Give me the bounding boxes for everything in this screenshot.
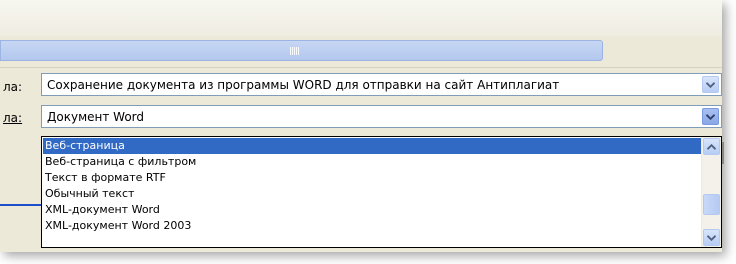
scrollbar-grip-icon	[290, 47, 299, 55]
scroll-down-button[interactable]	[703, 229, 720, 246]
chevron-down-icon	[706, 81, 715, 88]
file-type-dropdown-list: Веб-страница Веб-страница с фильтром Тек…	[41, 136, 722, 248]
file-type-label: ла:	[3, 111, 23, 125]
list-item[interactable]: Обычный текст	[43, 186, 701, 202]
accent-line	[0, 204, 41, 206]
list-vertical-scrollbar[interactable]	[701, 137, 721, 247]
button-edge	[722, 142, 724, 164]
save-as-dialog: ла: Сохранение документа из программы WO…	[0, 0, 722, 252]
divider	[0, 67, 722, 68]
file-name-field[interactable]: Сохранение документа из программы WORD д…	[41, 73, 722, 96]
file-type-value: Документ Word	[47, 110, 144, 124]
list-item[interactable]: XML-документ Word 2003	[43, 218, 701, 234]
chevron-down-icon	[706, 113, 715, 120]
file-name-dropdown-button[interactable]	[702, 76, 719, 93]
file-name-label: ла:	[3, 80, 23, 94]
list-item[interactable]: XML-документ Word	[43, 202, 701, 218]
scroll-thumb[interactable]	[703, 194, 720, 215]
scroll-up-button[interactable]	[703, 138, 720, 155]
file-name-value: Сохранение документа из программы WORD д…	[47, 78, 560, 92]
list-item[interactable]: Текст в формате RTF	[43, 170, 701, 186]
chevron-down-icon	[707, 234, 716, 241]
horizontal-scrollbar-thumb[interactable]	[0, 40, 603, 61]
chevron-up-icon	[707, 143, 716, 150]
file-type-select[interactable]: Документ Word	[41, 105, 722, 128]
file-type-dropdown-button[interactable]	[702, 108, 719, 125]
list-item[interactable]: Веб-страница с фильтром	[43, 154, 701, 170]
list-item[interactable]: Веб-страница	[43, 138, 701, 154]
dialog-top-band	[0, 0, 722, 36]
